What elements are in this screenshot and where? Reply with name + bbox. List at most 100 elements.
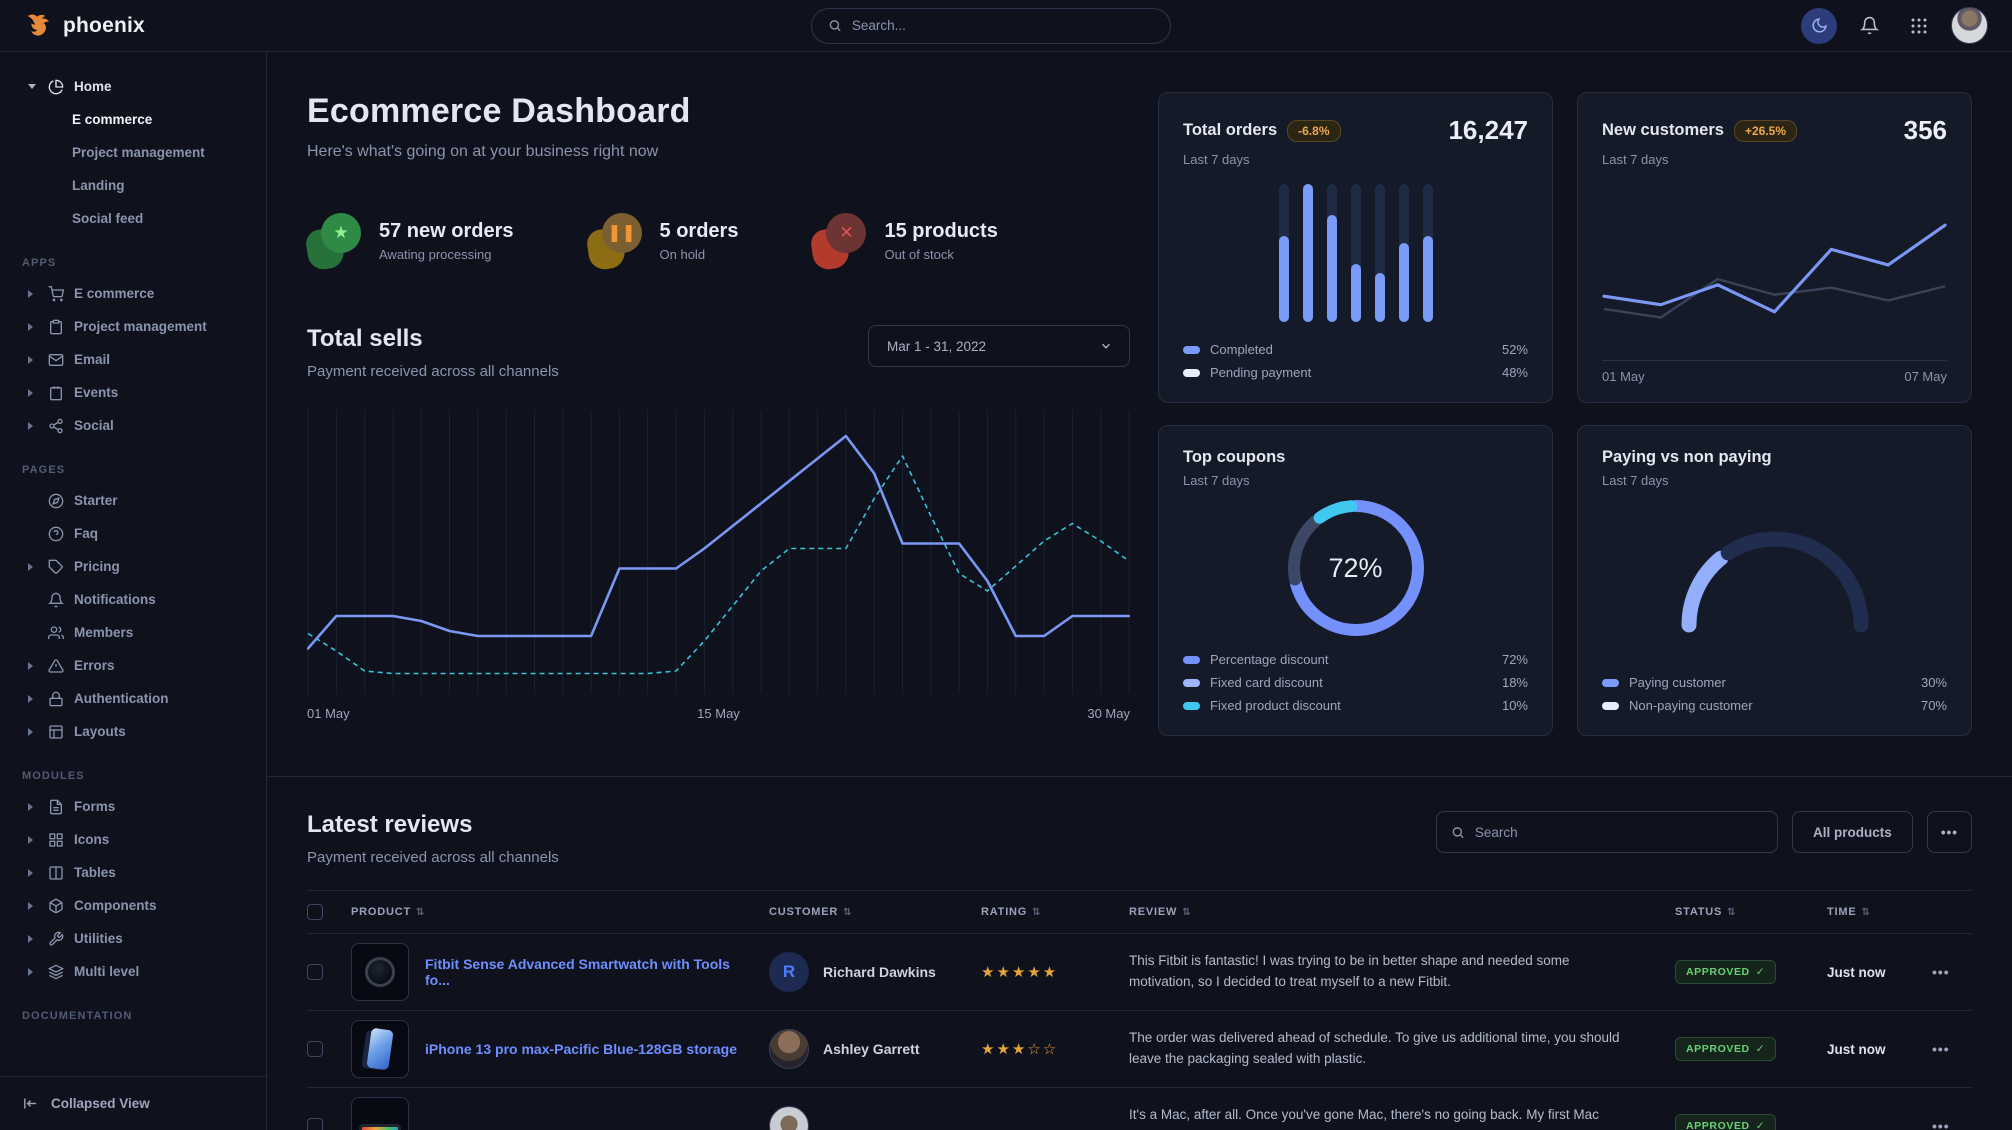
row-checkbox[interactable] [307,1118,323,1130]
user-avatar[interactable] [1951,7,1988,44]
sidebar-item-pricing[interactable]: Pricing [10,550,254,583]
sidebar-item-forms[interactable]: Forms [10,790,254,823]
sidebar-item-errors[interactable]: Errors [10,649,254,682]
product-link[interactable]: iPhone 13 pro max-Pacific Blue-128GB sto… [425,1041,737,1057]
card-new-customers: New customers +26.5% 356 Last 7 days 01 … [1577,92,1972,403]
sidebar: Home E commerce Project management Landi… [0,52,267,1130]
sidebar-subitem-ecommerce[interactable]: E commerce [10,103,254,136]
sidebar-item-multi-level[interactable]: Multi level [10,955,254,988]
axis-tick: 15 May [697,706,740,721]
date-range-select[interactable]: Mar 1 - 31, 2022 [868,325,1130,367]
search-icon [828,18,842,33]
orders-bar-chart [1279,184,1433,322]
legend-item: Fixed card discount 18% [1183,671,1528,694]
sidebar-item-starter[interactable]: Starter [10,484,254,517]
moon-icon [1811,17,1828,34]
global-search-input[interactable] [852,18,1154,33]
collapse-sidebar-button[interactable]: Collapsed View [0,1076,266,1130]
sidebar-subitem-landing[interactable]: Landing [10,169,254,202]
all-products-button[interactable]: All products [1792,811,1913,853]
sidebar-item-project-management-app[interactable]: Project management [10,310,254,343]
row-menu-button[interactable]: ••• [1932,1118,1972,1130]
sidebar-subitem-social-feed[interactable]: Social feed [10,202,254,235]
sidebar-item-icons[interactable]: Icons [10,823,254,856]
page-title: Ecommerce Dashboard [307,92,1130,131]
theme-toggle-button[interactable] [1801,8,1837,44]
reviews-menu-button[interactable]: ••• [1927,811,1972,853]
reviews-search[interactable] [1436,811,1778,853]
sidebar-item-tables[interactable]: Tables [10,856,254,889]
mail-icon [48,352,64,368]
chevron-right-icon [28,695,33,703]
reviews-search-input[interactable] [1475,825,1763,840]
sidebar-item-authentication[interactable]: Authentication [10,682,254,715]
brand-logo[interactable]: phoenix [24,11,267,41]
apps-grid-button[interactable] [1901,8,1937,44]
compass-icon [48,493,64,509]
column-customer[interactable]: CUSTOMER⇅ [769,906,981,918]
chevron-right-icon [28,935,33,943]
column-review[interactable]: REVIEW⇅ [1129,906,1675,918]
sidebar-item-home[interactable]: Home [10,70,254,103]
stat-out-of-stock: ✕ 15 products Out of stock [812,213,997,269]
dashboard-left-column: Ecommerce Dashboard Here's what's going … [307,92,1130,736]
bell-icon [48,592,64,608]
sort-icon: ⇅ [1032,907,1041,918]
lock-icon [48,691,64,707]
sidebar-item-ecommerce-app[interactable]: E commerce [10,277,254,310]
sidebar-item-utilities[interactable]: Utilities [10,922,254,955]
chevron-right-icon [28,356,33,364]
column-product[interactable]: PRODUCT⇅ [351,906,769,918]
row-menu-button[interactable]: ••• [1932,964,1972,980]
legend-item: Percentage discount 72% [1183,648,1528,671]
latest-reviews-section: Latest reviews Payment received across a… [307,811,1972,1130]
navbar-actions [1801,7,1988,44]
sidebar-subitem-project-management[interactable]: Project management [10,136,254,169]
sidebar-item-social[interactable]: Social [10,409,254,442]
legend-swatch [1183,679,1200,687]
sort-icon: ⇅ [416,907,425,918]
row-menu-button[interactable]: ••• [1932,1041,1972,1057]
product-link[interactable]: Fitbit Sense Advanced Smartwatch with To… [425,956,751,988]
legend-swatch [1183,369,1200,377]
card-total-orders: Total orders -6.8% 16,247 Last 7 days Co… [1158,92,1553,403]
cart-icon [48,286,64,302]
top-navbar: phoenix [0,0,2012,52]
chevron-right-icon [28,662,33,670]
column-time[interactable]: TIME⇅ [1827,906,1932,918]
wrench-icon [48,931,64,947]
customer-avatar: R [769,952,809,992]
sidebar-item-events[interactable]: Events [10,376,254,409]
global-search[interactable] [811,8,1171,44]
chevron-right-icon [28,968,33,976]
legend-item: Fixed product discount 10% [1183,694,1528,717]
axis-tick: 01 May [1602,369,1645,384]
stat-new-orders: ★ 57 new orders Awating processing [307,213,514,269]
chevron-right-icon [28,422,33,430]
chevron-down-icon [28,84,36,89]
reviews-title: Latest reviews [307,811,559,839]
sidebar-item-notifications[interactable]: Notifications [10,583,254,616]
search-icon [1451,825,1465,840]
package-icon [48,898,64,914]
legend-swatch [1183,702,1200,710]
x-icon: ✕ [826,213,866,253]
sidebar-item-members[interactable]: Members [10,616,254,649]
sidebar-item-layouts[interactable]: Layouts [10,715,254,748]
row-checkbox[interactable] [307,1041,323,1057]
row-checkbox[interactable] [307,964,323,980]
brand-name: phoenix [63,14,145,38]
sidebar-item-faq[interactable]: Faq [10,517,254,550]
chevron-down-icon [1099,339,1113,353]
column-rating[interactable]: RATING⇅ [981,906,1129,918]
notifications-button[interactable] [1851,8,1887,44]
sidebar-item-components[interactable]: Components [10,889,254,922]
chevron-right-icon [28,563,33,571]
column-status[interactable]: STATUS⇅ [1675,906,1827,918]
coupons-donut-chart: 72% [1281,493,1431,643]
sidebar-item-email[interactable]: Email [10,343,254,376]
help-circle-icon [48,526,64,542]
select-all-checkbox[interactable] [307,904,323,920]
clipboard-icon [48,319,64,335]
sidebar-section-apps: APPS [10,235,254,277]
